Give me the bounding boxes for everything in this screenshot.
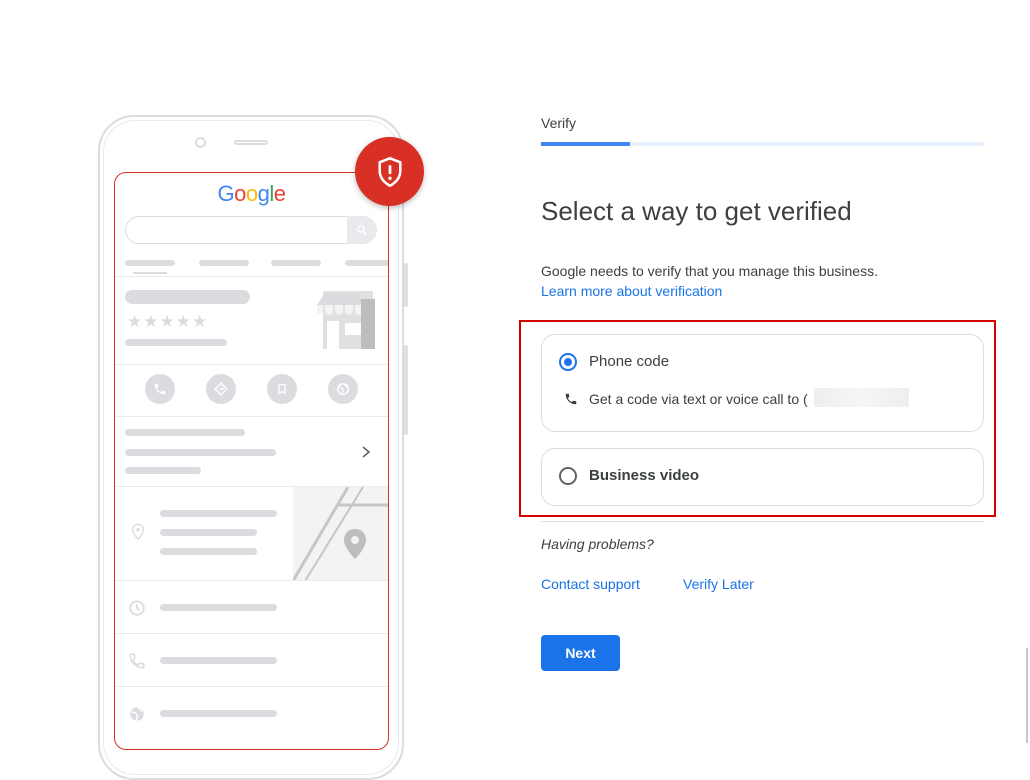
mock-line bbox=[160, 529, 257, 536]
shield-alert-icon bbox=[355, 137, 424, 206]
logo-letter: o bbox=[234, 181, 246, 206]
mock-line bbox=[125, 449, 276, 456]
mock-line bbox=[160, 548, 257, 555]
logo-letter: e bbox=[273, 181, 286, 206]
option-phone-code[interactable]: Phone code Get a code via text or voice … bbox=[541, 334, 984, 432]
progress-fill bbox=[541, 142, 630, 146]
phone-side-button bbox=[404, 345, 408, 435]
phone-speaker bbox=[234, 140, 268, 145]
divider bbox=[115, 416, 388, 417]
verify-later-link[interactable]: Verify Later bbox=[683, 576, 754, 592]
logo-letter: o bbox=[245, 181, 258, 206]
divider bbox=[115, 633, 388, 634]
scrollbar[interactable] bbox=[1026, 648, 1028, 743]
store-icon bbox=[315, 291, 377, 351]
divider bbox=[115, 580, 388, 581]
phone-camera bbox=[195, 137, 206, 148]
phone-icon bbox=[145, 374, 175, 404]
option-business-video[interactable]: Business video bbox=[541, 448, 984, 506]
learn-more-link[interactable]: Learn more about verification bbox=[541, 283, 722, 299]
mock-line bbox=[160, 604, 277, 611]
rating-stars: ★★★★★ bbox=[127, 312, 209, 331]
phone-code-detail: Get a code via text or voice call to ( bbox=[589, 391, 808, 407]
mock-category bbox=[125, 339, 227, 346]
location-pin-icon bbox=[131, 523, 145, 546]
chevron-right-icon bbox=[361, 445, 371, 463]
mock-line bbox=[160, 510, 277, 517]
mock-line bbox=[125, 429, 245, 436]
phone-icon bbox=[128, 652, 146, 675]
phone-icon bbox=[564, 392, 578, 411]
redacted-phone-number bbox=[814, 388, 909, 407]
clock-icon bbox=[128, 599, 146, 622]
option-label: Phone code bbox=[589, 353, 670, 370]
mock-tab-indicator bbox=[133, 272, 167, 274]
divider bbox=[115, 686, 388, 687]
divider bbox=[115, 276, 388, 277]
logo-letter: G bbox=[217, 181, 235, 206]
mock-search-bar bbox=[125, 216, 376, 244]
mock-line bbox=[160, 710, 277, 717]
contact-support-link[interactable]: Contact support bbox=[541, 576, 640, 592]
mock-tab bbox=[345, 260, 388, 266]
globe-icon bbox=[128, 705, 146, 728]
mock-tab bbox=[271, 260, 321, 266]
step-label: Verify bbox=[541, 115, 577, 131]
radio-phone-code[interactable] bbox=[559, 353, 577, 371]
radio-selected-dot bbox=[564, 358, 572, 366]
globe-icon bbox=[328, 374, 358, 404]
mini-map bbox=[291, 486, 388, 582]
divider bbox=[115, 364, 388, 365]
search-icon bbox=[347, 216, 377, 244]
separator bbox=[541, 521, 984, 522]
bookmark-icon bbox=[267, 374, 297, 404]
next-button[interactable]: Next bbox=[541, 635, 620, 671]
option-label: Business video bbox=[589, 467, 700, 484]
mock-tab bbox=[125, 260, 175, 266]
logo-letter: g bbox=[257, 181, 270, 206]
phone-screen: Google ★★★★★ bbox=[114, 172, 389, 750]
mock-line bbox=[160, 657, 277, 664]
problems-text: Having problems? bbox=[541, 536, 654, 552]
description: Google needs to verify that you manage t… bbox=[541, 263, 878, 279]
mock-tab bbox=[199, 260, 249, 266]
directions-icon bbox=[206, 374, 236, 404]
google-logo: Google bbox=[115, 181, 388, 207]
radio-business-video[interactable] bbox=[559, 467, 577, 485]
mock-business-name bbox=[125, 290, 250, 304]
phone-side-button bbox=[404, 263, 408, 307]
page-title: Select a way to get verified bbox=[541, 196, 852, 226]
mock-line bbox=[125, 467, 201, 474]
